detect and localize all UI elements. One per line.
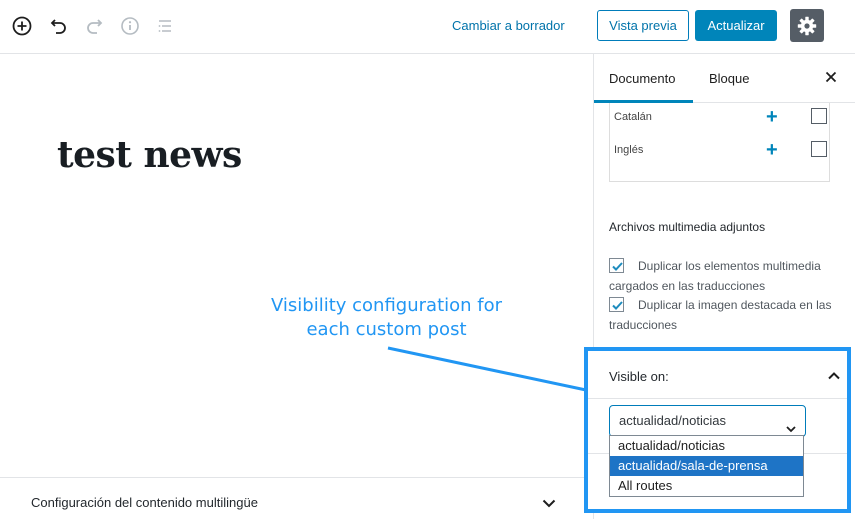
language-name: Catalán (614, 111, 652, 123)
add-block-icon[interactable] (10, 14, 34, 38)
visible-on-header[interactable]: Visible on: (588, 351, 847, 399)
add-translation-icon[interactable]: + (766, 107, 778, 127)
sidebar-tabs: Documento Bloque (594, 54, 855, 103)
multilingual-settings-panel[interactable]: Configuración del contenido multilingüe (0, 477, 594, 519)
language-list: Catalán + Inglés + (609, 103, 830, 182)
language-row: Inglés + (610, 138, 829, 162)
visible-on-selected-value: actualidad/noticias (619, 413, 726, 428)
editor-toolbar: Cambiar a borrador Vista previa Actualiz… (0, 0, 855, 54)
annotation-callout: Visibility configuration for each custom… (270, 295, 503, 340)
visible-on-title: Visible on: (609, 369, 669, 384)
update-button[interactable]: Actualizar (695, 10, 777, 41)
preview-button[interactable]: Vista previa (597, 10, 689, 41)
duplicate-media-option[interactable]: Duplicar los elementos multimedia cargad… (609, 256, 844, 296)
redo-icon[interactable] (82, 14, 106, 38)
visible-on-select[interactable]: actualidad/noticias (609, 405, 806, 437)
language-name: Inglés (614, 144, 644, 156)
multilingual-settings-label: Configuración del contenido multilingüe (31, 495, 258, 510)
info-icon[interactable] (118, 14, 142, 38)
duplicate-media-label: Duplicar los elementos multimedia cargad… (609, 259, 821, 293)
tab-block[interactable]: Bloque (709, 54, 749, 103)
switch-to-draft-link[interactable]: Cambiar a borrador (452, 14, 565, 38)
tab-document[interactable]: Documento (594, 54, 693, 103)
language-checkbox[interactable] (811, 141, 827, 157)
media-attachments-heading: Archivos multimedia adjuntos (609, 220, 766, 234)
undo-icon[interactable] (47, 14, 71, 38)
duplicate-featured-image-checkbox[interactable] (609, 297, 624, 312)
chevron-up-icon[interactable] (826, 368, 842, 389)
language-checkbox[interactable] (811, 108, 827, 124)
chevron-down-icon[interactable] (540, 494, 558, 517)
post-title[interactable]: test news (57, 134, 242, 176)
add-translation-icon[interactable]: + (766, 140, 778, 160)
gear-icon (797, 16, 817, 35)
route-option[interactable]: actualidad/sala-de-prensa (610, 456, 803, 476)
outline-icon[interactable] (153, 14, 177, 38)
visible-on-panel: Visible on: actualidad/noticias actualid… (584, 347, 851, 513)
route-option[interactable]: All routes (610, 476, 803, 496)
language-row: Catalán + (610, 105, 829, 129)
visible-on-options-list: actualidad/noticias actualidad/sala-de-p… (609, 435, 804, 497)
route-option[interactable]: actualidad/noticias (610, 436, 803, 456)
settings-button[interactable] (790, 9, 824, 42)
duplicate-featured-image-label: Duplicar la imagen destacada en las trad… (609, 298, 832, 332)
duplicate-media-checkbox[interactable] (609, 258, 624, 273)
close-icon[interactable] (824, 70, 838, 89)
duplicate-featured-image-option[interactable]: Duplicar la imagen destacada en las trad… (609, 295, 844, 335)
